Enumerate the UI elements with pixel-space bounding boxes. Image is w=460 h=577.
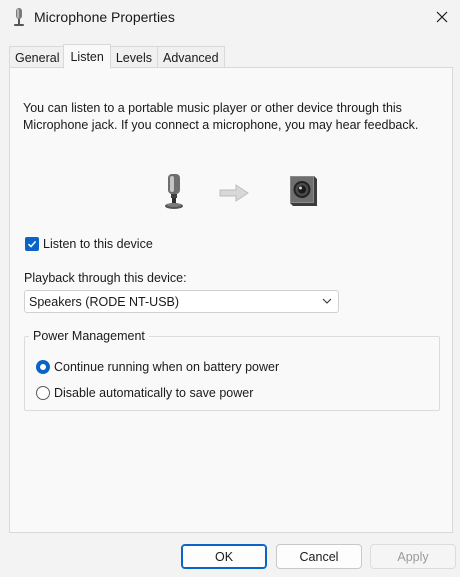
radio-label: Continue running when on battery power xyxy=(54,360,280,374)
arrow-right-icon xyxy=(219,184,249,202)
playback-label: Playback through this device: xyxy=(24,271,187,285)
title-bar: Microphone Properties xyxy=(0,0,460,34)
radio-label: Disable automatically to save power xyxy=(54,386,254,400)
power-management-group: Power Management Continue running when o… xyxy=(24,329,440,411)
tab-listen[interactable]: Listen xyxy=(63,44,111,69)
tab-advanced[interactable]: Advanced xyxy=(156,46,225,68)
cancel-button[interactable]: Cancel xyxy=(276,544,362,569)
listen-description: You can listen to a portable music playe… xyxy=(23,101,419,132)
power-management-label: Power Management xyxy=(29,329,149,343)
speaker-icon xyxy=(290,176,317,206)
close-button[interactable] xyxy=(426,2,458,32)
chevron-down-icon xyxy=(322,298,332,304)
microphone-icon xyxy=(165,174,183,209)
radio-continue-running[interactable]: Continue running when on battery power xyxy=(36,360,279,374)
radio-disable-automatically[interactable]: Disable automatically to save power xyxy=(36,386,253,400)
radio-button-selected[interactable] xyxy=(36,360,50,374)
radio-button[interactable] xyxy=(36,386,50,400)
tab-strip: General Listen Levels Advanced xyxy=(9,44,225,69)
tab-label: General xyxy=(15,50,60,65)
apply-button[interactable]: Apply xyxy=(370,544,456,569)
ok-button[interactable]: OK xyxy=(181,544,267,569)
playback-device-select[interactable]: Speakers (RODE NT-USB) xyxy=(24,290,339,313)
playback-device-value: Speakers (RODE NT-USB) xyxy=(29,294,180,309)
tab-label: Advanced xyxy=(162,50,219,65)
close-icon xyxy=(436,11,448,23)
listen-checkbox[interactable] xyxy=(25,237,39,251)
tab-label: Levels xyxy=(115,50,152,65)
microphone-icon xyxy=(14,8,24,26)
listen-checkbox-label: Listen to this device xyxy=(43,237,153,251)
listen-panel: You can listen to a portable music playe… xyxy=(9,67,453,533)
tab-levels[interactable]: Levels xyxy=(109,46,157,68)
window-title: Microphone Properties xyxy=(34,9,175,25)
listen-checkbox-row[interactable]: Listen to this device xyxy=(25,237,153,251)
checkmark-icon xyxy=(27,240,37,248)
tab-label: Listen xyxy=(70,49,104,64)
tab-general[interactable]: General xyxy=(9,46,65,68)
